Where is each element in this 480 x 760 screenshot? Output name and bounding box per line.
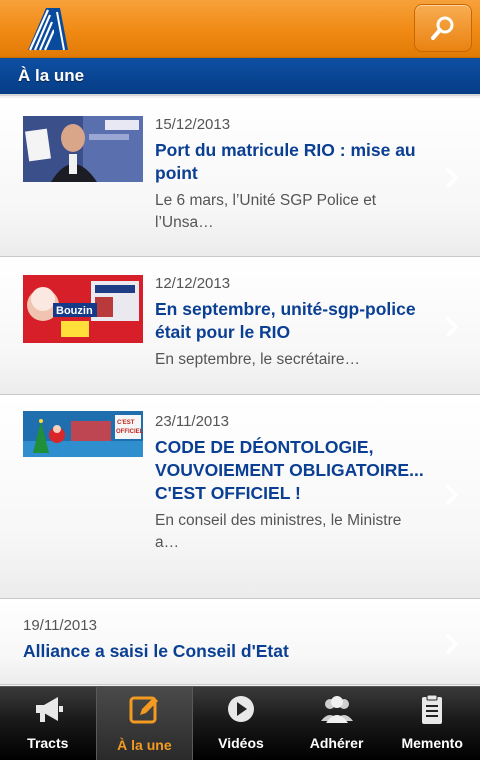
news-excerpt: Le 6 mars, l’Unité SGP Police et l’Unsa… bbox=[155, 192, 377, 231]
news-text: 12/12/2013 En septembre, unité-sgp-polic… bbox=[155, 274, 425, 371]
news-thumbnail bbox=[23, 116, 143, 182]
svg-text:C'EST: C'EST bbox=[117, 420, 135, 426]
news-text: 23/11/2013 CODE DE DÉONTOLOGIE, VOUVOIEM… bbox=[155, 412, 425, 554]
tab-label: Vidéos bbox=[218, 735, 264, 751]
tab-label: Tracts bbox=[27, 735, 69, 751]
tab-a-la-une[interactable]: À la une bbox=[95, 687, 194, 760]
megaphone-icon bbox=[35, 697, 63, 722]
bottom-tab-bar: Tracts À la une Vidéos Adhérer Memento bbox=[0, 686, 480, 760]
app-header bbox=[0, 0, 480, 58]
edit-icon bbox=[129, 696, 159, 724]
chevron-right-icon bbox=[446, 634, 458, 654]
tab-label: À la une bbox=[117, 737, 172, 753]
news-item[interactable]: C'EST OFFICIEL 23/11/2013 CODE DE DÉONTO… bbox=[0, 395, 480, 599]
news-list: 15/12/2013 Port du matricule RIO : mise … bbox=[0, 98, 480, 685]
news-item[interactable]: Bouzin 12/12/2013 En septembre, unité-sg… bbox=[0, 257, 480, 395]
news-thumbnail: C'EST OFFICIEL bbox=[23, 411, 143, 457]
news-excerpt: En septembre, le secrétaire… bbox=[155, 351, 361, 368]
section-header: À la une bbox=[0, 58, 480, 96]
play-icon bbox=[227, 696, 254, 722]
news-thumbnail: Bouzin bbox=[23, 275, 143, 343]
svg-text:Bouzin: Bouzin bbox=[56, 305, 93, 317]
news-date: 23/11/2013 bbox=[155, 413, 229, 430]
tab-videos[interactable]: Vidéos bbox=[193, 687, 289, 760]
news-excerpt: En conseil des ministres, le Ministre a… bbox=[155, 512, 402, 551]
search-icon bbox=[431, 16, 454, 40]
news-text: 19/11/2013 Alliance a saisi le Conseil d… bbox=[23, 616, 423, 663]
tab-tracts[interactable]: Tracts bbox=[0, 687, 96, 760]
tab-adherer[interactable]: Adhérer bbox=[289, 687, 385, 760]
news-item[interactable]: 15/12/2013 Port du matricule RIO : mise … bbox=[0, 98, 480, 257]
users-icon bbox=[320, 696, 353, 723]
alliance-logo-icon[interactable] bbox=[24, 6, 70, 52]
svg-text:OFFICIEL: OFFICIEL bbox=[116, 429, 143, 435]
chevron-right-icon bbox=[446, 485, 458, 505]
news-title: Alliance a saisi le Conseil d'Etat bbox=[23, 641, 289, 661]
news-title: CODE DE DÉONTOLOGIE, VOUVOIEMENT OBLIGAT… bbox=[155, 437, 424, 503]
news-item[interactable]: 19/11/2013 Alliance a saisi le Conseil d… bbox=[0, 599, 480, 685]
chevron-right-icon bbox=[446, 317, 458, 337]
tab-label: Memento bbox=[401, 735, 463, 751]
tab-memento[interactable]: Memento bbox=[384, 687, 480, 760]
news-title: En septembre, unité-sgp-police était pou… bbox=[155, 299, 416, 342]
section-title: À la une bbox=[18, 66, 85, 85]
tab-label: Adhérer bbox=[309, 735, 364, 751]
chevron-right-icon bbox=[446, 168, 458, 188]
clipboard-icon bbox=[422, 694, 443, 724]
news-date: 19/11/2013 bbox=[23, 617, 97, 634]
news-text: 15/12/2013 Port du matricule RIO : mise … bbox=[155, 115, 425, 234]
news-title: Port du matricule RIO : mise au point bbox=[155, 140, 416, 183]
news-date: 15/12/2013 bbox=[155, 116, 231, 133]
news-date: 12/12/2013 bbox=[155, 275, 231, 292]
search-button[interactable] bbox=[414, 4, 472, 52]
